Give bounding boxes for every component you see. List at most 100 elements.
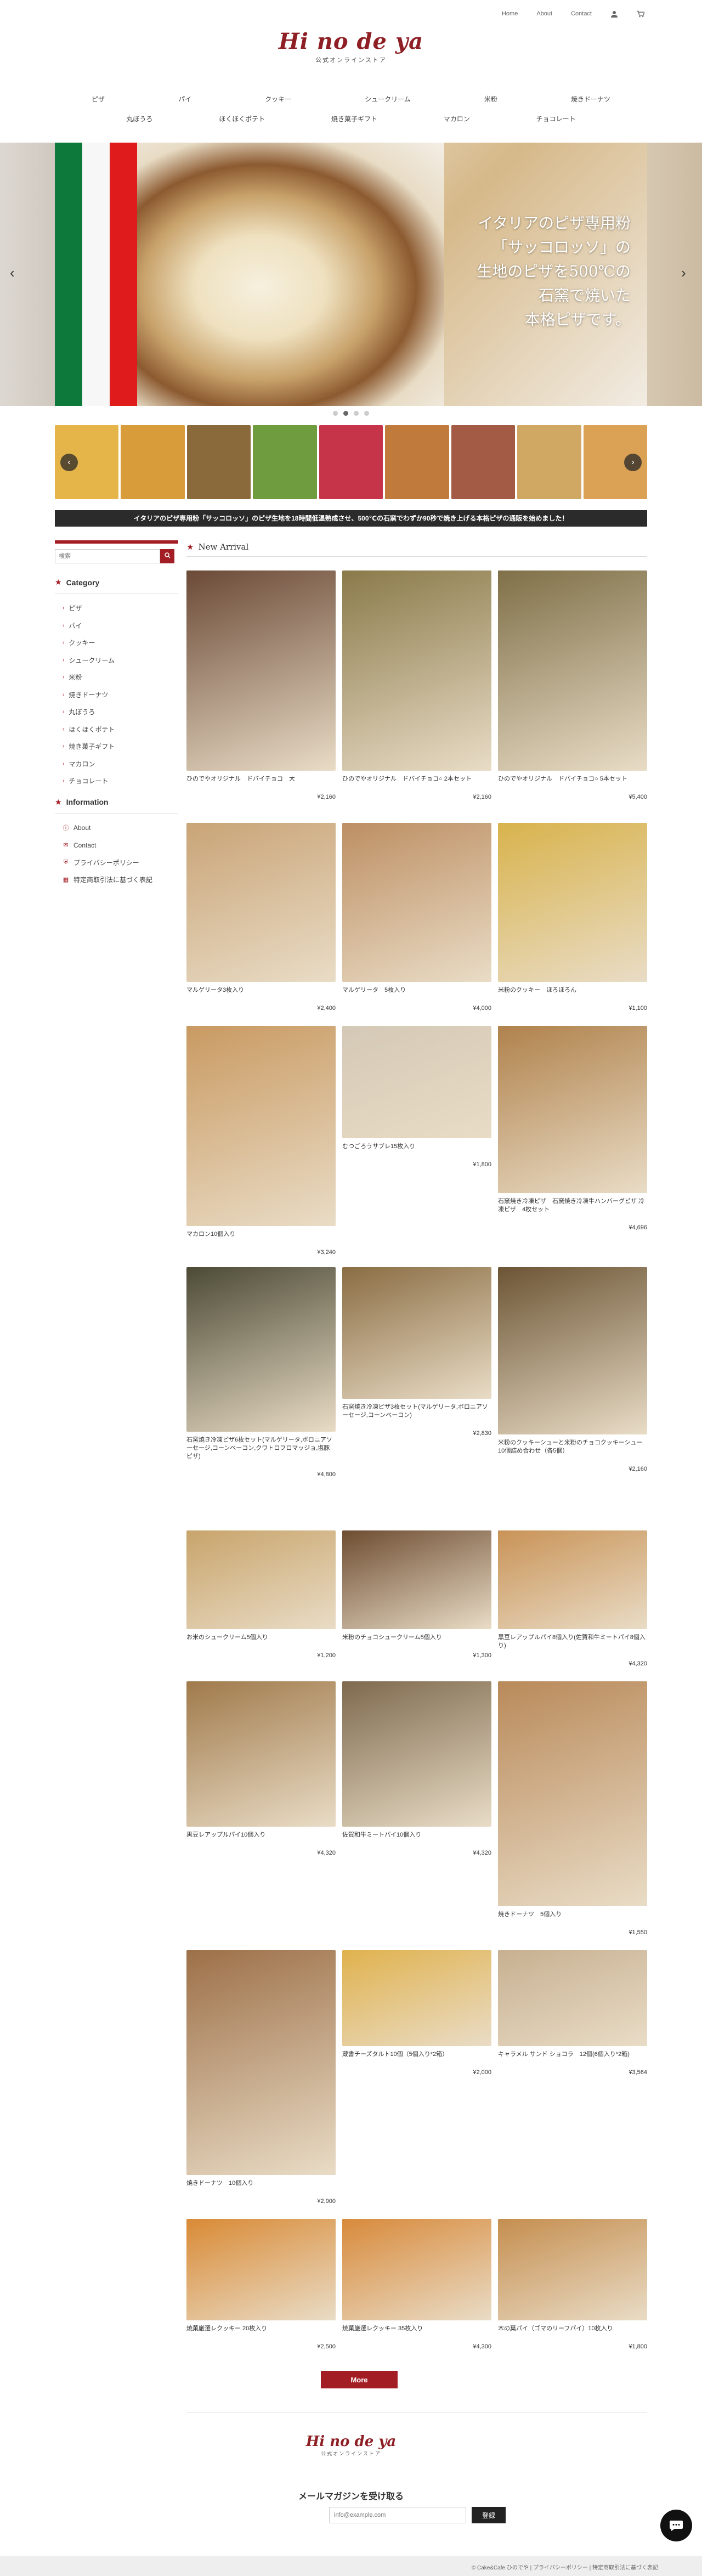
product-image[interactable] bbox=[342, 823, 491, 982]
product-name[interactable]: 米粉のクッキーシューと米粉のチョコクッキーシュー10個詰め合わせ（各5個） bbox=[498, 1439, 647, 1455]
product-image[interactable] bbox=[498, 1681, 647, 1906]
product-image[interactable] bbox=[498, 1530, 647, 1629]
product-image[interactable] bbox=[342, 1267, 491, 1399]
carousel-thumbnail[interactable] bbox=[517, 425, 581, 499]
contact-link[interactable]: Contact bbox=[571, 10, 592, 17]
product-card[interactable]: 黒豆レアップルパイ8個入り(佐賀和牛ミートパイ8個入り) ¥4,320 bbox=[498, 1530, 647, 1667]
product-card[interactable]: ひのでやオリジナル ドバイチョコ○ 5本セット ¥5,400 bbox=[498, 570, 647, 800]
nav-item-cream-puff[interactable]: シュークリーム bbox=[365, 94, 411, 104]
product-image[interactable] bbox=[342, 2219, 491, 2320]
product-name[interactable]: お米のシュークリーム5個入り bbox=[186, 1634, 336, 1642]
hero-next-arrow-icon[interactable]: › bbox=[681, 265, 694, 280]
cart-icon[interactable] bbox=[637, 10, 644, 18]
about-link[interactable]: About bbox=[536, 10, 552, 17]
product-image[interactable] bbox=[498, 1267, 647, 1434]
nav-item-rice-flour[interactable]: 米粉 bbox=[484, 94, 497, 104]
product-card[interactable]: 石窯焼き冷凍ピザ6枚セット(マルゲリータ,ボロニアソーセージ,コーンベーコン,ク… bbox=[186, 1267, 336, 1478]
product-card[interactable]: 石窯焼き冷凍ピザ 石窯焼き冷凍牛ハンバーグピザ 冷凍ピザ 4枚セット ¥4,696 bbox=[498, 1026, 647, 1231]
person-icon[interactable] bbox=[610, 10, 618, 18]
hero-slider[interactable]: イタリアのピザ専用粉 「サッコロッソ」の 生地のピザを500℃の 石窯で焼いた … bbox=[0, 143, 702, 406]
product-card[interactable]: むつごろうサブレ15枚入り ¥1,800 bbox=[342, 1026, 491, 1168]
product-image[interactable] bbox=[186, 1681, 336, 1827]
nav-item-potato[interactable]: ほくほくポテト bbox=[219, 114, 265, 123]
product-card[interactable]: 焼菓厳選レクッキー 20枚入り ¥2,500 bbox=[186, 2219, 336, 2350]
chat-bubble-icon[interactable] bbox=[660, 2510, 692, 2541]
sidebar-category-item[interactable]: › 焼きドーナツ bbox=[63, 686, 178, 704]
info-item-about[interactable]: ⓘ About bbox=[63, 820, 178, 837]
sidebar-category-item[interactable]: › 焼き菓子ギフト bbox=[63, 738, 178, 755]
product-image[interactable] bbox=[342, 1681, 491, 1827]
footer-logo[interactable]: Hi no de ya 公式オンラインストア bbox=[0, 2433, 702, 2457]
sidebar-category-item[interactable]: › ピザ bbox=[63, 600, 178, 617]
product-name[interactable]: ひのでやオリジナル ドバイチョコ○ 5本セット bbox=[498, 775, 647, 783]
product-card[interactable]: マカロン10個入り ¥3,240 bbox=[186, 1026, 336, 1256]
sidebar-category-item[interactable]: › チョコレート bbox=[63, 772, 178, 790]
more-button[interactable]: More bbox=[321, 2371, 398, 2388]
sidebar-category-item[interactable]: › 丸ぼうろ bbox=[63, 703, 178, 721]
product-name[interactable]: 焼菓厳選レクッキー 20枚入り bbox=[186, 2325, 336, 2333]
search-button[interactable] bbox=[160, 549, 174, 563]
product-card[interactable]: 佐賀和牛ミートパイ10個入り ¥4,320 bbox=[342, 1681, 491, 1856]
product-image[interactable] bbox=[342, 570, 491, 771]
product-name[interactable]: 焼きドーナツ 5個入り bbox=[498, 1911, 647, 1919]
nav-item-pie[interactable]: パイ bbox=[178, 94, 191, 104]
nav-item-chocolate[interactable]: チョコレート bbox=[536, 114, 576, 123]
product-image[interactable] bbox=[498, 570, 647, 771]
product-card[interactable]: 焼きドーナツ 10個入り ¥2,900 bbox=[186, 1950, 336, 2205]
info-item-legal[interactable]: ▦ 特定商取引法に基づく表記 bbox=[63, 871, 178, 889]
product-card[interactable]: 蔵書チーズタルト10個（5個入り*2箱） ¥2,000 bbox=[342, 1950, 491, 2076]
carousel-thumbnail[interactable] bbox=[253, 425, 317, 499]
product-name[interactable]: 佐賀和牛ミートパイ10個入り bbox=[342, 1831, 491, 1839]
product-name[interactable]: 黒豆レアップルパイ10個入り bbox=[186, 1831, 336, 1839]
product-card[interactable]: 米粉のチョコシュークリーム5個入り ¥1,300 bbox=[342, 1530, 491, 1659]
info-item-privacy[interactable]: ⛨ プライバシーポリシー bbox=[63, 854, 178, 872]
search-input[interactable] bbox=[55, 549, 160, 563]
product-name[interactable]: キャラメル サンド ショコラ 12個(6個入り*2箱) bbox=[498, 2050, 647, 2059]
carousel-thumbnail[interactable] bbox=[186, 425, 251, 499]
product-card[interactable]: キャラメル サンド ショコラ 12個(6個入り*2箱) ¥3,564 bbox=[498, 1950, 647, 2076]
sidebar-category-item[interactable]: › マカロン bbox=[63, 755, 178, 773]
sidebar-category-item[interactable]: › ほくほくポテト bbox=[63, 721, 178, 738]
home-link[interactable]: Home bbox=[502, 10, 518, 17]
product-card[interactable]: 米粉のクッキー ほろほろん ¥1,100 bbox=[498, 823, 647, 1012]
product-name[interactable]: 米粉のクッキー ほろほろん bbox=[498, 986, 647, 995]
product-card[interactable]: ひのでやオリジナル ドバイチョコ 大 ¥2,160 bbox=[186, 570, 336, 800]
product-name[interactable]: 焼菓厳選レクッキー 35枚入り bbox=[342, 2325, 491, 2333]
carousel-prev-icon[interactable]: ‹ bbox=[60, 454, 78, 471]
product-card[interactable]: 木の葉パイ（ゴマのリーフパイ）10枚入り ¥1,800 bbox=[498, 2219, 647, 2350]
nav-item-marubouro[interactable]: 丸ぼうろ bbox=[126, 114, 152, 123]
newsletter-email-input[interactable] bbox=[329, 2507, 466, 2523]
product-name[interactable]: ひのでやオリジナル ドバイチョコ○ 2本セット bbox=[342, 775, 491, 783]
sidebar-category-item[interactable]: › パイ bbox=[63, 617, 178, 635]
product-name[interactable]: マカロン10個入り bbox=[186, 1230, 336, 1239]
product-name[interactable]: 焼きドーナツ 10個入り bbox=[186, 2179, 336, 2188]
hero-dot[interactable] bbox=[333, 411, 338, 416]
product-name[interactable]: 黒豆レアップルパイ8個入り(佐賀和牛ミートパイ8個入り) bbox=[498, 1634, 647, 1650]
product-image[interactable] bbox=[186, 823, 336, 982]
product-name[interactable]: 木の葉パイ（ゴマのリーフパイ）10枚入り bbox=[498, 2325, 647, 2333]
product-name[interactable]: 石窯焼き冷凍ピザ 石窯焼き冷凍牛ハンバーグピザ 冷凍ピザ 4枚セット bbox=[498, 1197, 647, 1214]
product-image[interactable] bbox=[186, 1950, 336, 2175]
product-card[interactable]: ひのでやオリジナル ドバイチョコ○ 2本セット ¥2,160 bbox=[342, 570, 491, 800]
product-card[interactable]: 黒豆レアップルパイ10個入り ¥4,320 bbox=[186, 1681, 336, 1856]
product-image[interactable] bbox=[186, 570, 336, 771]
product-image[interactable] bbox=[342, 1026, 491, 1138]
info-item-contact[interactable]: ✉ Contact bbox=[63, 837, 178, 854]
product-card[interactable]: マルゲリータ3枚入り ¥2,400 bbox=[186, 823, 336, 1012]
nav-item-cookie[interactable]: クッキー bbox=[265, 94, 291, 104]
product-name[interactable]: マルゲリータ 5枚入り bbox=[342, 986, 491, 995]
product-image[interactable] bbox=[186, 1267, 336, 1432]
hero-dot[interactable] bbox=[354, 411, 359, 416]
nav-item-pizza[interactable]: ピザ bbox=[92, 94, 105, 104]
product-name[interactable]: 石窯焼き冷凍ピザ6枚セット(マルゲリータ,ボロニアソーセージ,コーンベーコン,ク… bbox=[186, 1436, 336, 1461]
product-card[interactable]: お米のシュークリーム5個入り ¥1,200 bbox=[186, 1530, 336, 1659]
sidebar-category-item[interactable]: › シュークリーム bbox=[63, 652, 178, 669]
newsletter-submit-button[interactable]: 登録 bbox=[472, 2507, 506, 2523]
product-image[interactable] bbox=[498, 1026, 647, 1193]
sidebar-category-item[interactable]: › クッキー bbox=[63, 634, 178, 652]
site-logo[interactable]: Hi no de ya 公式オンラインストア bbox=[0, 29, 702, 64]
product-card[interactable]: マルゲリータ 5枚入り ¥4,000 bbox=[342, 823, 491, 1012]
carousel-next-icon[interactable]: › bbox=[624, 454, 642, 471]
product-image[interactable] bbox=[342, 1530, 491, 1629]
product-name[interactable]: 蔵書チーズタルト10個（5個入り*2箱） bbox=[342, 2050, 491, 2059]
